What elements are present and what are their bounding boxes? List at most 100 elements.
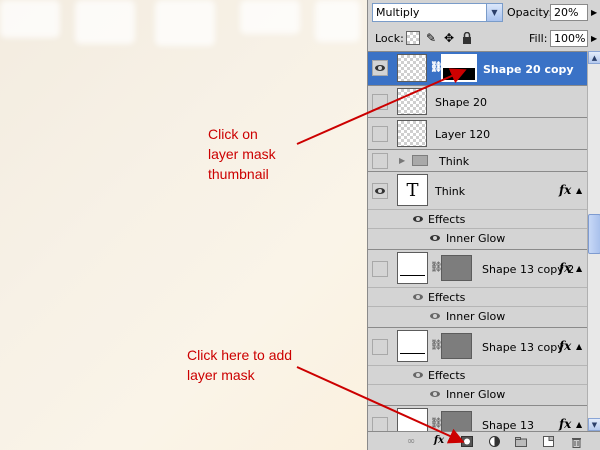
eye-icon[interactable] <box>413 372 423 378</box>
layer-thumbnail[interactable] <box>397 54 427 82</box>
shape-mark <box>400 275 425 276</box>
layer-row-layer-120[interactable]: Layer 120 <box>368 118 587 150</box>
visibility-toggle[interactable] <box>372 339 388 355</box>
scroll-thumb[interactable] <box>588 214 600 254</box>
effect-name: Inner Glow <box>446 232 506 245</box>
effect-row-inner-glow[interactable]: Inner Glow <box>368 384 587 403</box>
fx-icon[interactable]: fx <box>559 261 571 275</box>
add-layer-mask-icon[interactable] <box>460 435 474 448</box>
eye-icon[interactable] <box>430 235 440 241</box>
visibility-toggle[interactable] <box>372 126 388 142</box>
layer-mask-thumbnail[interactable] <box>441 411 472 431</box>
fill-arrow-icon[interactable]: ▶ <box>591 34 597 43</box>
effects-row[interactable]: Effects <box>368 287 587 306</box>
layer-name: Shape 13 copy <box>482 341 564 354</box>
effects-row[interactable]: Effects <box>368 365 587 384</box>
collapse-arrow-icon[interactable]: ▲ <box>576 420 582 429</box>
eye-icon <box>375 65 385 71</box>
opacity-value: 20% <box>554 6 579 19</box>
visibility-toggle[interactable] <box>372 60 388 76</box>
fill-label: Fill: <box>529 32 548 45</box>
scroll-down-icon[interactable]: ▼ <box>588 418 600 431</box>
effects-label: Effects <box>428 213 466 226</box>
lock-image-brush-icon[interactable]: ✎ <box>424 31 438 45</box>
layer-mask-thumbnail[interactable] <box>441 255 472 281</box>
fx-icon[interactable]: fx <box>559 183 571 197</box>
layer-row-shape-13[interactable]: ⛓ Shape 13 fx ▲ <box>368 406 587 431</box>
layers-list: ⛓ Shape 20 copy Shape 20 Layer 120 ▶ Thi… <box>368 51 587 431</box>
layer-thumbnail[interactable] <box>397 120 427 147</box>
add-mask-note: Click here to add layer mask <box>187 345 292 385</box>
eye-icon <box>375 188 385 194</box>
eye-icon[interactable] <box>413 294 423 300</box>
layer-row-shape-13-copy-2[interactable]: ⛓ Shape 13 copy 2 fx ▲ Effects Inner Glo… <box>368 250 587 328</box>
scroll-up-icon[interactable]: ▲ <box>588 51 600 64</box>
note-line: thumbnail <box>208 166 269 182</box>
layer-row-think-text[interactable]: T Think fx ▲ Effects Inner Glow <box>368 172 587 250</box>
lock-label: Lock: <box>375 32 404 45</box>
eye-icon[interactable] <box>430 313 440 319</box>
visibility-toggle[interactable] <box>372 183 388 199</box>
document-canvas[interactable]: Click on layer mask thumbnail Click here… <box>0 0 367 450</box>
lock-all-padlock-icon[interactable] <box>460 31 474 45</box>
note-line: Click here to add <box>187 347 293 363</box>
layer-row-think-group[interactable]: ▶ Think <box>368 150 587 172</box>
layer-name: Shape 20 copy <box>483 63 574 76</box>
layers-panel: Multiply ▼ Opacity: 20% ▶ Lock: ✎ ✥ Fill… <box>367 0 600 450</box>
layer-mask-thumbnail[interactable] <box>441 333 472 359</box>
effect-row-inner-glow[interactable]: Inner Glow <box>368 228 587 247</box>
fx-icon[interactable]: fx <box>559 339 571 353</box>
new-group-icon[interactable] <box>514 435 528 448</box>
layer-name: Think <box>435 185 466 198</box>
collapse-arrow-icon[interactable]: ▲ <box>576 186 582 195</box>
blend-mode-value: Multiply <box>376 6 420 19</box>
layer-name: Layer 120 <box>435 128 491 141</box>
collapse-arrow-icon[interactable]: ▲ <box>576 342 582 351</box>
opacity-label: Opacity: <box>507 6 553 19</box>
fx-icon[interactable]: fx <box>559 417 571 431</box>
layer-name: Shape 20 <box>435 96 487 109</box>
layers-scrollbar[interactable]: ▲ ▼ <box>587 51 600 431</box>
visibility-toggle[interactable] <box>372 261 388 277</box>
canvas-highlight <box>315 0 360 42</box>
effects-row[interactable]: Effects <box>368 209 587 228</box>
layer-mask-thumbnail[interactable] <box>441 54 477 82</box>
expand-arrow-icon[interactable]: ▶ <box>399 156 405 165</box>
canvas-highlight <box>75 0 135 44</box>
link-layers-icon[interactable]: ∞ <box>404 435 418 448</box>
opacity-field[interactable]: 20% <box>550 4 588 21</box>
effect-row-inner-glow[interactable]: Inner Glow <box>368 306 587 325</box>
blend-mode-select[interactable]: Multiply ▼ <box>372 3 503 22</box>
text-layer-thumbnail[interactable]: T <box>397 174 428 206</box>
canvas-highlight <box>240 0 300 34</box>
layer-row-shape-20[interactable]: Shape 20 <box>368 86 587 118</box>
note-line: Click on <box>208 126 258 142</box>
new-adjustment-layer-icon[interactable] <box>487 435 501 448</box>
visibility-toggle[interactable] <box>372 153 388 169</box>
add-layer-style-icon[interactable]: fx <box>432 434 446 447</box>
fill-field[interactable]: 100% <box>550 30 588 47</box>
effect-name: Inner Glow <box>446 388 506 401</box>
eye-icon[interactable] <box>413 216 423 222</box>
eye-icon[interactable] <box>430 391 440 397</box>
delete-layer-icon[interactable] <box>569 435 583 448</box>
collapse-arrow-icon[interactable]: ▲ <box>576 264 582 273</box>
layer-thumbnail[interactable] <box>397 408 428 431</box>
note-line: layer mask <box>208 146 276 162</box>
canvas-highlight <box>155 0 215 46</box>
opacity-arrow-icon[interactable]: ▶ <box>591 8 597 17</box>
visibility-toggle[interactable] <box>372 417 388 431</box>
shape-mark <box>400 353 425 354</box>
layer-row-shape-13-copy[interactable]: ⛓ Shape 13 copy fx ▲ Effects Inner Glow <box>368 328 587 406</box>
layer-thumbnail[interactable] <box>397 252 428 284</box>
layer-thumbnail[interactable] <box>397 88 427 115</box>
lock-position-move-icon[interactable]: ✥ <box>442 31 456 45</box>
layer-thumbnail[interactable] <box>397 330 428 362</box>
visibility-toggle[interactable] <box>372 94 388 110</box>
chevron-down-icon[interactable]: ▼ <box>486 4 502 21</box>
new-layer-icon[interactable] <box>541 435 555 448</box>
layer-row-shape-20-copy[interactable]: ⛓ Shape 20 copy <box>368 52 587 86</box>
effects-label: Effects <box>428 291 466 304</box>
effects-label: Effects <box>428 369 466 382</box>
lock-transparent-icon[interactable] <box>406 31 420 45</box>
